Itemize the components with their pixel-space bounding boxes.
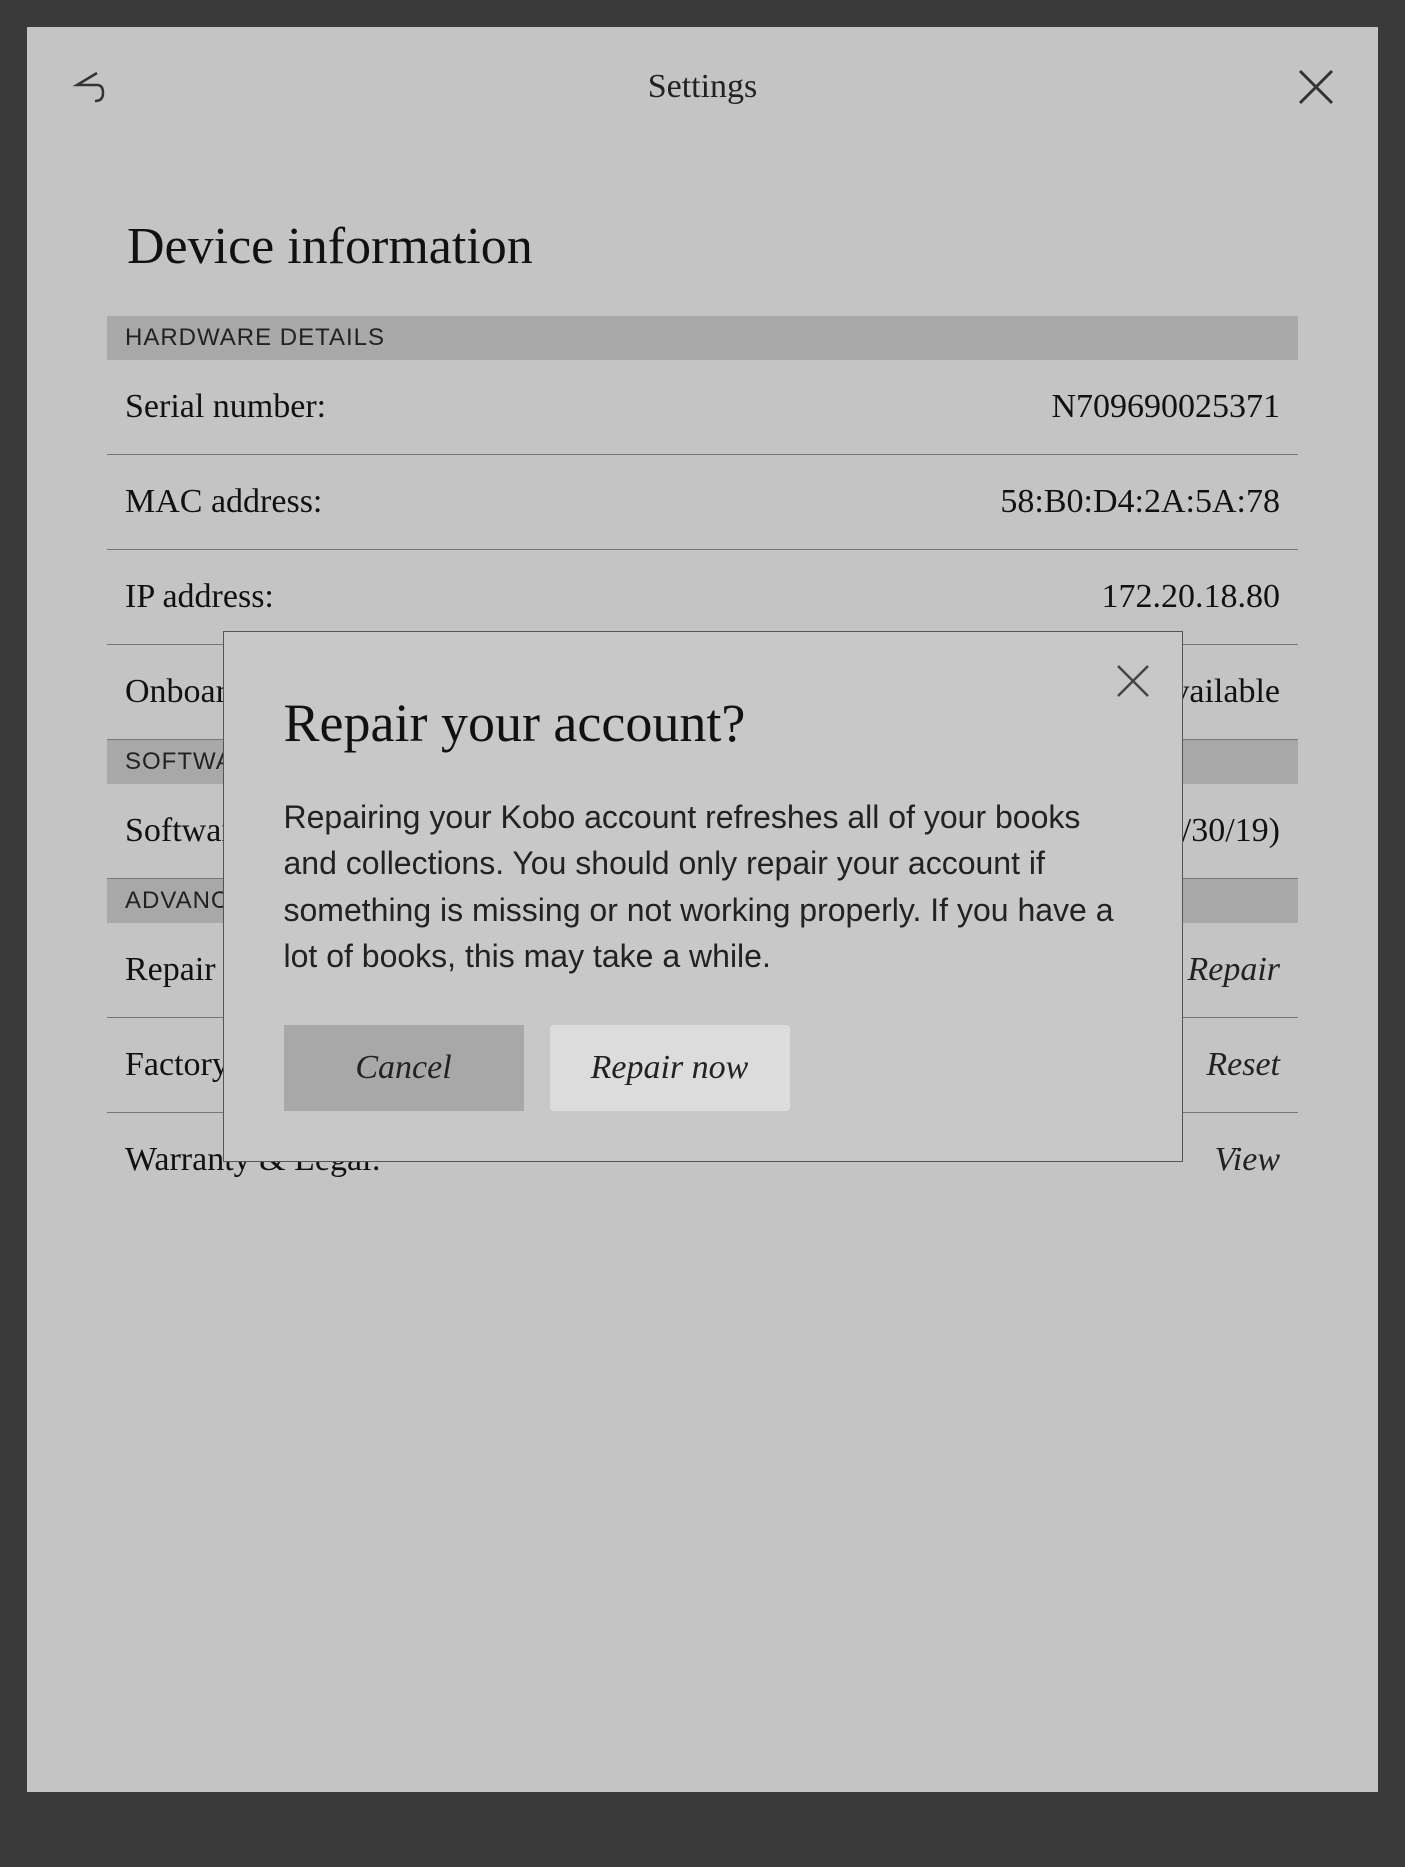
modal-body: Repairing your Kobo account refreshes al… xyxy=(284,794,1122,980)
modal-close-icon[interactable] xyxy=(1114,662,1152,700)
modal-buttons: Cancel Repair now xyxy=(284,1025,1122,1111)
cancel-button[interactable]: Cancel xyxy=(284,1025,524,1111)
repair-account-modal: Repair your account? Repairing your Kobo… xyxy=(223,631,1183,1162)
modal-title: Repair your account? xyxy=(284,692,1122,754)
repair-now-button[interactable]: Repair now xyxy=(550,1025,790,1111)
